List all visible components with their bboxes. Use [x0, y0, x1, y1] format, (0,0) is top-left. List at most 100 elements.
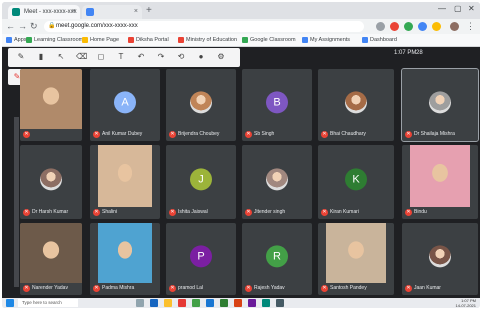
bookmarks-bar: Apps Learning Classroom Home Page Diksha Po…: [2, 34, 480, 47]
close-tab-icon[interactable]: ×: [134, 5, 138, 19]
mic-muted-icon: ✕: [23, 131, 30, 138]
participant-tile[interactable]: ✕ Padma Mishra: [90, 223, 160, 295]
avatar: [345, 91, 367, 114]
start-icon[interactable]: [6, 299, 14, 307]
participant-tile[interactable]: ✕ Dr Shailaja Mishra: [401, 68, 479, 142]
extension-icon[interactable]: [404, 22, 413, 31]
folder-icon[interactable]: [164, 299, 172, 307]
meet-window: ✎▮↖⌫◻T↶↷⟲●⚙ ✎ ▮ × 1:07 PM 28 ✕A✕Anil Kum…: [2, 47, 480, 298]
taskbar-search-placeholder: Type here to search: [22, 300, 62, 305]
color-icon[interactable]: ●: [196, 52, 206, 62]
participant-tile[interactable]: B ✕ Sb Singh: [242, 69, 312, 141]
participant-name: Padma Mishra: [102, 285, 135, 291]
redo-icon[interactable]: ↷: [156, 52, 166, 62]
participant-video: [20, 223, 82, 283]
back-icon[interactable]: ←: [6, 20, 15, 33]
excel-icon[interactable]: [220, 299, 228, 307]
participant-tile[interactable]: ✕ Jaan Kumar: [402, 223, 478, 295]
bookmark-item[interactable]: Diksha Portal: [128, 36, 169, 44]
clear-icon[interactable]: ⟲: [176, 52, 186, 62]
bookmark-item[interactable]: Home Page: [82, 36, 119, 44]
settings-icon[interactable]: ⚙: [216, 52, 226, 62]
bookmark-item[interactable]: Apps: [6, 36, 27, 44]
participant-tile[interactable]: ✕: [20, 69, 82, 141]
task-view-icon[interactable]: [136, 299, 144, 307]
minimize-icon[interactable]: —: [438, 4, 446, 13]
participant-tile[interactable]: R ✕ Rajesh Yadav: [242, 223, 312, 295]
highlighter-icon[interactable]: ▮: [36, 52, 46, 62]
close-tab-icon[interactable]: ×: [72, 5, 76, 19]
participant-name: Sb Singh: [254, 131, 275, 137]
chrome-icon[interactable]: [192, 299, 200, 307]
participant-tile[interactable]: P ✕ pramod Lal: [166, 223, 236, 295]
maximize-icon[interactable]: ▢: [454, 4, 462, 13]
scrollbar[interactable]: [14, 117, 19, 287]
participant-tile[interactable]: ✕ Brijendra Choubey: [166, 69, 236, 141]
mic-muted-icon: ✕: [169, 131, 176, 138]
participant-name: Brijendra Choubey: [178, 131, 220, 137]
participant-tile[interactable]: ✕ Jitender singh: [242, 145, 312, 219]
extension-icon[interactable]: [432, 22, 441, 31]
participant-tile[interactable]: ✕ Bhai Chaudhary: [318, 69, 394, 141]
tab-label: Meet - xxx-xxxx-xxx: [24, 9, 77, 15]
participant-tile[interactable]: ✕ Shalini: [90, 145, 160, 219]
extension-icon[interactable]: [418, 22, 427, 31]
avatar: K: [345, 168, 367, 191]
bookmark-item[interactable]: Dashboard: [362, 36, 397, 44]
tab-favicon-icon: [86, 8, 94, 16]
url-field[interactable]: 🔒 meet.google.com/xxx-xxxx-xxx: [44, 21, 364, 32]
text-icon[interactable]: T: [116, 52, 126, 62]
participant-name: Jitender singh: [254, 209, 286, 215]
store-icon[interactable]: [178, 299, 186, 307]
forward-icon[interactable]: →: [18, 20, 27, 33]
participant-video: [98, 145, 152, 207]
taskbar-search[interactable]: Type here to search: [18, 299, 78, 307]
meet-favicon-icon: [12, 8, 20, 16]
browser-tab-2[interactable]: ×: [82, 5, 142, 19]
participant-tile[interactable]: ✕ Narender Yadav: [20, 223, 82, 295]
new-tab-icon[interactable]: +: [146, 5, 152, 17]
pen-icon[interactable]: ✎: [16, 52, 26, 62]
app-icon[interactable]: [248, 299, 256, 307]
undo-icon[interactable]: ↶: [136, 52, 146, 62]
browser-tab-meet[interactable]: Meet - xxx-xxxx-xxx ×: [8, 5, 80, 19]
participant-name: Rajesh Yadav: [254, 285, 285, 291]
word-icon[interactable]: [206, 299, 214, 307]
participant-tile[interactable]: ✕ Dr Harsh Kumar: [20, 145, 82, 219]
participant-tile[interactable]: J ✕ Ishita Jaiswal: [166, 145, 236, 219]
bookmark-item[interactable]: My Assignments: [302, 36, 350, 44]
star-icon[interactable]: [376, 22, 385, 31]
menu-icon[interactable]: ⋮: [466, 20, 475, 33]
app-icon[interactable]: [276, 299, 284, 307]
window-close-icon[interactable]: ✕: [468, 4, 475, 13]
participant-tile[interactable]: ✕ Santosh Pandey: [318, 223, 394, 295]
meeting-time: 1:07 PM: [394, 50, 417, 56]
participant-tile[interactable]: ✕ Bindu: [402, 145, 478, 219]
participant-tile[interactable]: K ✕ Kiran Kumari: [318, 145, 394, 219]
avatar: [429, 91, 451, 114]
participant-tile[interactable]: A ✕ Anil Kumar Dubey: [90, 69, 160, 141]
bookmark-label: Learning Classroom: [34, 37, 84, 43]
powerpoint-icon[interactable]: [234, 299, 242, 307]
eraser-icon[interactable]: ⌫: [76, 52, 87, 62]
taskbar-clock[interactable]: 1:07 PM 14-07-2021: [448, 298, 476, 308]
mic-muted-icon: ✕: [169, 285, 176, 292]
shape-icon[interactable]: ◻: [96, 52, 106, 62]
bookmark-item[interactable]: Learning Classroom: [26, 36, 83, 44]
cursor-icon[interactable]: ↖: [56, 52, 66, 62]
avatar: P: [190, 245, 212, 268]
bookmark-item[interactable]: Google Classroom: [242, 36, 296, 44]
mic-muted-icon: ✕: [321, 131, 328, 138]
profile-avatar-icon[interactable]: [450, 22, 459, 31]
extension-icon[interactable]: [390, 22, 399, 31]
avatar: R: [266, 245, 288, 268]
bookmark-item[interactable]: Ministry of Education: [178, 36, 237, 44]
participant-video: [20, 69, 82, 129]
participant-name: Shalini: [102, 209, 118, 215]
bookmark-icon: [302, 37, 308, 43]
mic-muted-icon: ✕: [405, 285, 412, 292]
avatar: [40, 168, 62, 191]
reload-icon[interactable]: ↻: [30, 20, 38, 33]
edge-icon[interactable]: [150, 299, 158, 307]
meet-icon[interactable]: [262, 299, 270, 307]
